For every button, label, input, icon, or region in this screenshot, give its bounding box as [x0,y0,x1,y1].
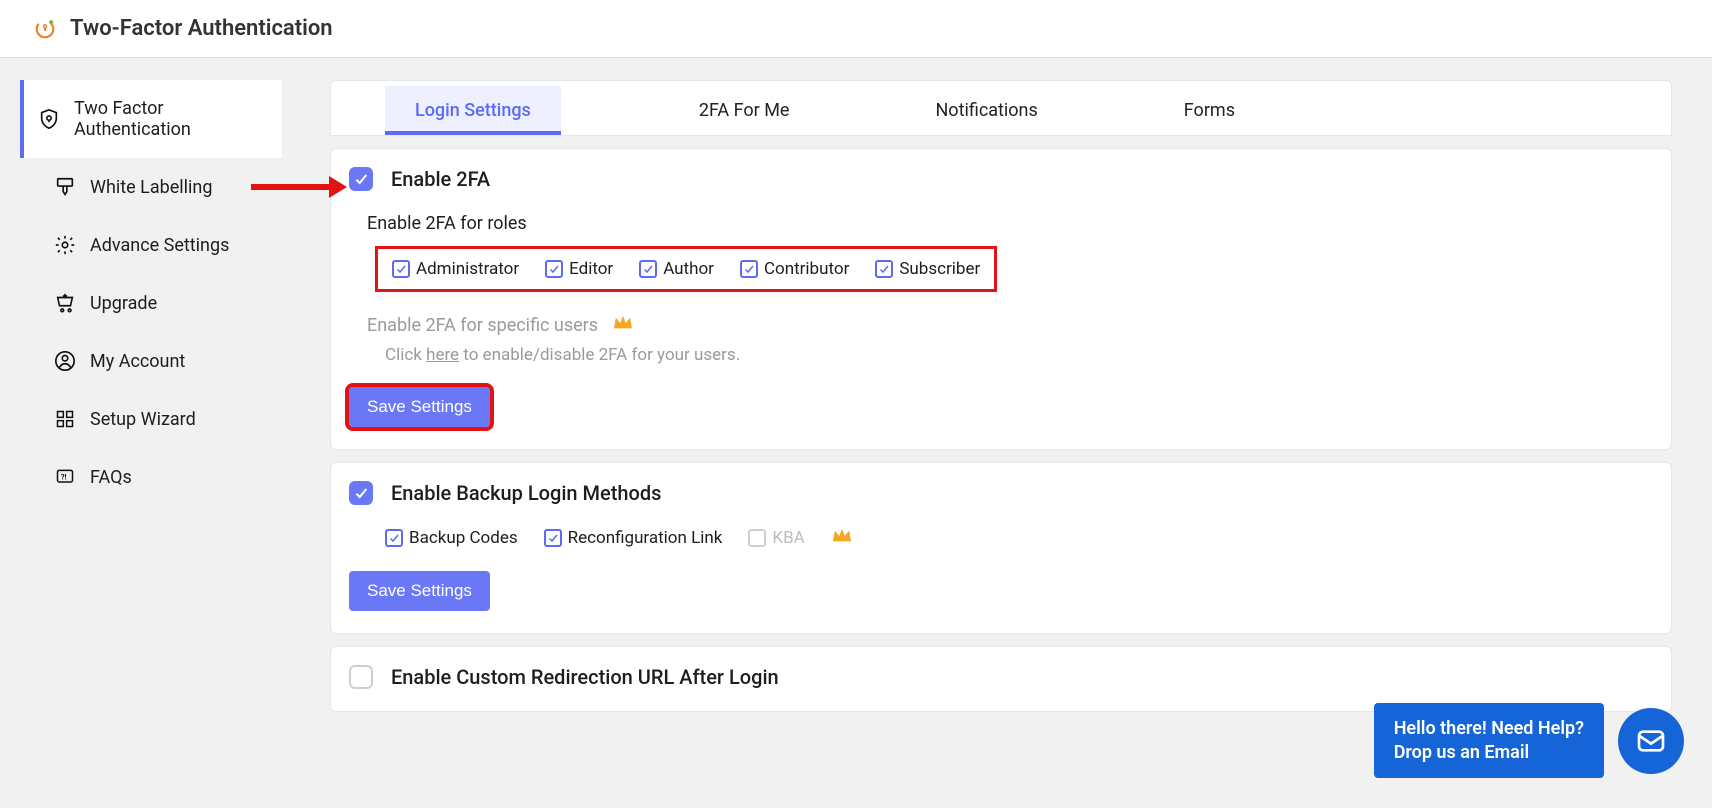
user-icon [54,350,76,372]
crown-icon [831,527,853,549]
sidebar-item-faqs[interactable]: ?! FAQs [20,448,282,506]
help-line2: Drop us an Email [1394,741,1584,764]
role-label: Editor [569,259,613,279]
sidebar-item-label: Upgrade [90,293,157,314]
role-subscriber[interactable]: Subscriber [875,259,980,279]
enable-2fa-checkbox[interactable] [349,167,373,191]
reconfig-link-label: Reconfiguration Link [568,528,723,548]
sidebar-item-whitelabel[interactable]: White Labelling [20,158,282,216]
role-administrator[interactable]: Administrator [392,259,519,279]
gear-icon [54,234,76,256]
sidebar-item-label: FAQs [90,467,132,488]
sidebar-item-label: Advance Settings [90,235,229,256]
role-label: Author [663,259,714,279]
roles-row: Administrator Editor Author Contributor … [375,246,997,292]
cart-icon [54,292,76,314]
help-tooltip[interactable]: Hello there! Need Help? Drop us an Email [1374,703,1604,778]
sidebar-item-label: Two Factor Authentication [74,98,262,140]
enable-backup-checkbox[interactable] [349,481,373,505]
role-editor[interactable]: Editor [545,259,613,279]
panel-backup-login: Enable Backup Login Methods Backup Codes… [330,462,1672,634]
reconfig-link-checkbox[interactable]: Reconfiguration Link [544,528,723,548]
backup-codes-checkbox[interactable]: Backup Codes [385,528,518,548]
grid-icon [54,408,76,430]
shield-icon [38,108,60,130]
brush-icon [54,176,76,198]
role-author[interactable]: Author [639,259,714,279]
sidebar-item-label: My Account [90,351,185,372]
svg-text:?!: ?! [61,473,67,482]
tabs: Login Settings 2FA For Me Notifications … [330,80,1672,136]
kba-checkbox: KBA [748,528,804,548]
crown-icon [612,314,634,337]
tab-notifications[interactable]: Notifications [927,86,1045,135]
specific-users-heading: Enable 2FA for specific users [367,314,1653,337]
top-bar: Two-Factor Authentication [0,0,1712,58]
help-widget: Hello there! Need Help? Drop us an Email [1374,703,1684,778]
main-content: Login Settings 2FA For Me Notifications … [282,58,1712,752]
save-settings-button[interactable]: Save Settings [349,387,490,427]
roles-heading: Enable 2FA for roles [367,213,1653,234]
role-label: Subscriber [899,259,980,279]
enable-2fa-label: Enable 2FA [391,167,490,191]
help-line1: Hello there! Need Help? [1394,717,1584,740]
sidebar-item-account[interactable]: My Account [20,332,282,390]
tab-forms[interactable]: Forms [1176,86,1243,135]
backup-codes-label: Backup Codes [409,528,518,548]
enable-backup-label: Enable Backup Login Methods [391,481,661,505]
sidebar-item-label: Setup Wizard [90,409,196,430]
tab-2fa-for-me[interactable]: 2FA For Me [691,86,798,135]
here-link[interactable]: here [426,345,459,365]
save-settings-button[interactable]: Save Settings [349,571,490,611]
panel-custom-redirect: Enable Custom Redirection URL After Logi… [330,646,1672,712]
sidebar-item-2fa[interactable]: Two Factor Authentication [20,80,282,158]
tab-login-settings[interactable]: Login Settings [385,86,561,135]
red-arrow-annotation [251,174,347,200]
sidebar: Two Factor Authentication White Labellin… [0,58,282,752]
faq-icon: ?! [54,466,76,488]
sidebar-item-label: White Labelling [90,177,212,198]
sidebar-item-wizard[interactable]: Setup Wizard [20,390,282,448]
enable-redirect-checkbox[interactable] [349,665,373,689]
kba-label: KBA [772,528,804,548]
brand-icon [34,18,56,40]
enable-redirect-label: Enable Custom Redirection URL After Logi… [391,665,779,689]
help-button[interactable] [1618,708,1684,774]
specific-users-label: Enable 2FA for specific users [367,315,598,336]
sidebar-item-advance[interactable]: Advance Settings [20,216,282,274]
role-contributor[interactable]: Contributor [740,259,849,279]
panel-enable-2fa: Enable 2FA Enable 2FA for roles Administ… [330,148,1672,450]
role-label: Administrator [416,259,519,279]
page-title: Two-Factor Authentication [70,16,333,41]
sidebar-item-upgrade[interactable]: Upgrade [20,274,282,332]
role-label: Contributor [764,259,849,279]
specific-users-hint: Click here to enable/disable 2FA for you… [385,345,1653,365]
